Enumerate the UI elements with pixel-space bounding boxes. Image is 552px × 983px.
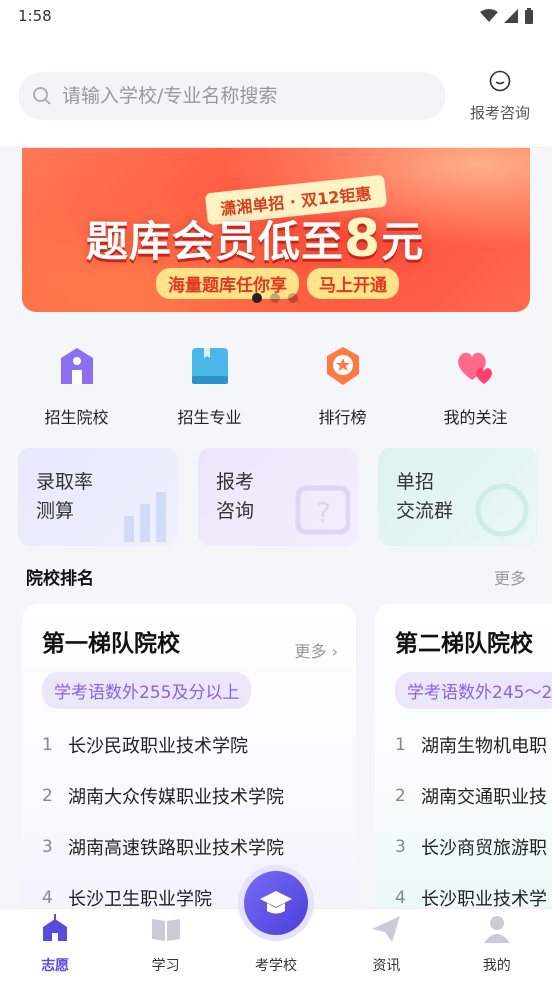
school-row[interactable]: 3 湖南高速铁路职业技术学院 [42, 821, 336, 872]
status-time: 1:58 [18, 7, 52, 25]
tab-label: 资讯 [372, 958, 401, 974]
status-icons [480, 8, 534, 24]
tab-mine[interactable]: 我的 [452, 913, 542, 975]
search-input[interactable] [62, 85, 422, 107]
school-row[interactable]: 1 湖南生物机电职 [395, 719, 552, 770]
tab-volunteer[interactable]: 志愿 [10, 913, 100, 975]
chat-bubble-icon [489, 70, 511, 92]
school-row[interactable]: 2 湖南大众传媒职业技术学院 [42, 770, 336, 821]
banner-headline: 题库会员低至8元 [86, 208, 424, 269]
bottom-tab-bar: 志愿 学习 考学校 资讯 我的 [0, 871, 552, 983]
tier-card-2[interactable]: 第二梯队院校 学考语数外245～2 1 湖南生物机电职 2 湖南交通职业技 3 长沙商… [375, 604, 552, 908]
open-book-icon [151, 919, 180, 941]
school-name: 湖南高速铁路职业技术学院 [68, 837, 284, 859]
school-row[interactable]: 4 长沙职业技术学 [395, 872, 552, 909]
medal-star-icon [326, 347, 359, 385]
tier-title: 第一梯队院校 [42, 631, 180, 657]
rank-number: 2 [395, 785, 406, 806]
banner-dot[interactable] [270, 293, 280, 303]
tier-title: 第二梯队院校 [395, 631, 533, 657]
tier-card-1[interactable]: 第一梯队院校 更多 › 学考语数外255及分以上 1 长沙民政职业技术学院 2 湖南… [22, 604, 356, 908]
consult-label: 报考咨询 [469, 104, 530, 122]
school-name: 长沙民政职业技术学院 [68, 735, 248, 757]
card-chat-group[interactable]: 单招 交流群 [378, 448, 538, 546]
school-name: 长沙卫生职业学院 [68, 888, 212, 909]
banner-main-number: 8 [344, 209, 382, 269]
user-icon [483, 916, 510, 943]
quick-nav-ranking[interactable]: 排行榜 [288, 344, 398, 428]
school-name: 长沙职业技术学 [421, 888, 547, 909]
tab-label: 考学校 [254, 958, 297, 974]
banner-main-text: 题库会员低至 [86, 217, 345, 266]
tier-score-tag: 学考语数外245～2 [395, 672, 552, 709]
school-row[interactable]: 2 湖南交通职业技 [395, 770, 552, 821]
battery-icon [525, 8, 533, 24]
rank-number: 1 [395, 734, 406, 755]
svg-text:?: ? [316, 496, 331, 529]
rank-number: 3 [395, 836, 406, 857]
chevron-right-icon: › [331, 642, 338, 661]
rank-number: 4 [42, 887, 53, 908]
question-bubble-icon: ? [295, 485, 350, 535]
quick-nav-label: 招生专业 [177, 408, 242, 427]
tab-label: 我的 [482, 958, 511, 974]
feature-cards: 录取率 测算 报考 咨询 ? 单招 交流群 [18, 448, 552, 546]
card-consult[interactable]: 报考 咨询 ? [198, 448, 358, 546]
book-icon [191, 348, 228, 384]
tier-more-label: 更多 [294, 642, 327, 661]
card-admission-estimate[interactable]: 录取率 测算 [18, 448, 178, 546]
school-building-icon [60, 348, 93, 384]
school-name: 湖南大众传媒职业技术学院 [68, 786, 284, 808]
quick-nav-schools[interactable]: 招生院校 [22, 344, 132, 428]
quick-nav: 招生院校 招生专业 排行榜 我的关注 [0, 344, 552, 428]
signal-icon [504, 9, 518, 23]
tab-news[interactable]: 资讯 [341, 913, 431, 975]
quick-nav-favorites[interactable]: 我的关注 [421, 344, 531, 428]
search-icon [33, 87, 51, 105]
chat-group-icon [475, 483, 529, 537]
rank-number: 4 [395, 887, 406, 908]
graduation-cap-button[interactable] [243, 871, 308, 935]
consult-button[interactable]: 报考咨询 [462, 70, 538, 123]
quick-nav-majors[interactable]: 招生专业 [155, 344, 265, 428]
ranking-more-link[interactable]: 更多 [494, 565, 526, 589]
status-bar: 1:58 [0, 0, 552, 32]
school-name: 长沙商贸旅游职 [421, 837, 547, 859]
ranking-title: 院校排名 [26, 569, 94, 589]
school-list: 1 湖南生物机电职 2 湖南交通职业技 3 长沙商贸旅游职 4 长沙职业技术学 [395, 719, 552, 909]
ranking-header: 院校排名 更多 [26, 564, 526, 590]
tab-label: 学习 [151, 958, 180, 974]
banner-dot[interactable] [288, 293, 298, 303]
rank-number: 2 [42, 785, 53, 806]
school-row[interactable]: 3 长沙商贸旅游职 [395, 821, 552, 872]
rank-number: 1 [42, 734, 53, 755]
hearts-icon [457, 352, 492, 384]
bar-chart-icon [124, 492, 166, 542]
tab-label: 志愿 [41, 958, 70, 974]
rank-number: 3 [42, 836, 53, 857]
quick-nav-label: 排行榜 [318, 408, 367, 427]
header: 报考咨询 [0, 32, 552, 148]
school-flag-icon [43, 914, 68, 941]
wifi-icon [480, 9, 498, 22]
tier-score-tag: 学考语数外255及分以上 [42, 672, 252, 709]
graduation-cap-icon [259, 891, 292, 914]
banner-sub-right[interactable]: 马上开通 [307, 268, 399, 299]
promo-banner[interactable]: 潇湘单招 · 双12钜惠 题库会员低至8元 海量题库任你享 马上开通 [22, 148, 530, 312]
school-row[interactable]: 1 长沙民政职业技术学院 [42, 719, 336, 770]
tier-more-link[interactable]: 更多 › [294, 638, 338, 662]
banner-pagination [252, 293, 298, 303]
school-name: 湖南生物机电职 [421, 735, 547, 757]
tab-exam-school[interactable]: 考学校 [231, 871, 321, 975]
school-name: 湖南交通职业技 [421, 786, 547, 808]
quick-nav-label: 招生院校 [44, 408, 109, 427]
banner-main-unit: 元 [381, 217, 425, 266]
quick-nav-label: 我的关注 [443, 408, 508, 427]
search-box[interactable] [18, 72, 446, 120]
banner-dot[interactable] [252, 293, 262, 303]
main-content[interactable]: 潇湘单招 · 双12钜惠 题库会员低至8元 海量题库任你享 马上开通 招生院校 … [0, 148, 552, 908]
tab-study[interactable]: 学习 [121, 913, 211, 975]
paper-plane-icon [372, 916, 401, 942]
